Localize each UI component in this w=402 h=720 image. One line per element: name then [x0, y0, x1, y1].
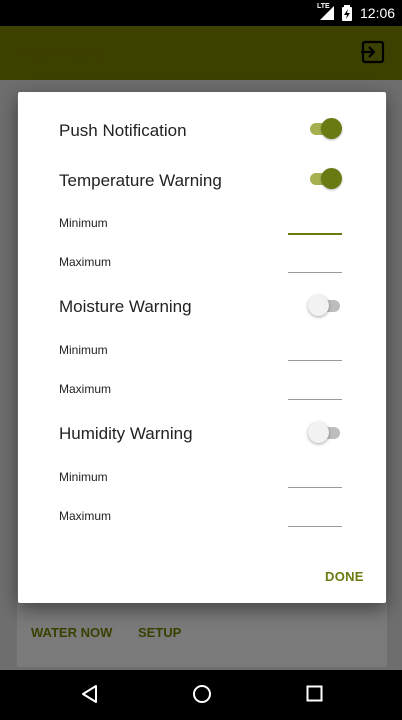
switch-thumb [308, 422, 329, 443]
humidity-warning-label: Humidity Warning [59, 424, 193, 443]
done-button[interactable]: DONE [325, 569, 364, 584]
card-actions: WATER NOW SETUP [31, 625, 203, 640]
app-bar: Username [0, 26, 402, 80]
temperature-warning-switch[interactable] [308, 167, 344, 191]
temperature-minimum-input[interactable] [288, 233, 342, 235]
temperature-minimum-label: Minimum [59, 216, 108, 230]
temperature-maximum-label: Maximum [59, 255, 112, 269]
push-notification-switch[interactable] [308, 117, 344, 141]
moisture-warning-switch[interactable] [308, 294, 344, 318]
signal-icon [320, 6, 334, 20]
back-icon[interactable] [80, 684, 100, 704]
setup-button[interactable]: SETUP [138, 625, 181, 640]
logout-icon[interactable] [360, 39, 386, 65]
temperature-warning-label: Temperature Warning [59, 171, 222, 190]
humidity-maximum-input[interactable] [288, 526, 342, 527]
recent-apps-icon[interactable] [306, 685, 323, 702]
moisture-maximum-input[interactable] [288, 399, 342, 400]
app-title: Username [18, 43, 106, 64]
notification-settings-dialog: Push Notification Temperature Warning Mi… [18, 92, 386, 603]
navigation-bar [0, 670, 402, 720]
push-notification-label: Push Notification [59, 121, 187, 140]
switch-thumb [308, 295, 329, 316]
home-icon[interactable] [192, 684, 212, 704]
clock: 12:06 [360, 5, 396, 21]
humidity-minimum-input[interactable] [288, 487, 342, 488]
status-bar: LTE 12:06 [0, 0, 402, 26]
temperature-maximum-input[interactable] [288, 272, 342, 273]
moisture-minimum-input[interactable] [288, 360, 342, 361]
moisture-warning-label: Moisture Warning [59, 297, 192, 316]
humidity-minimum-label: Minimum [59, 470, 108, 484]
water-now-button[interactable]: WATER NOW [31, 625, 112, 640]
humidity-warning-switch[interactable] [308, 421, 344, 445]
moisture-minimum-label: Minimum [59, 343, 108, 357]
moisture-maximum-label: Maximum [59, 382, 112, 396]
switch-thumb [321, 168, 342, 189]
humidity-maximum-label: Maximum [59, 509, 112, 523]
battery-charging-icon [342, 5, 352, 21]
switch-thumb [321, 118, 342, 139]
